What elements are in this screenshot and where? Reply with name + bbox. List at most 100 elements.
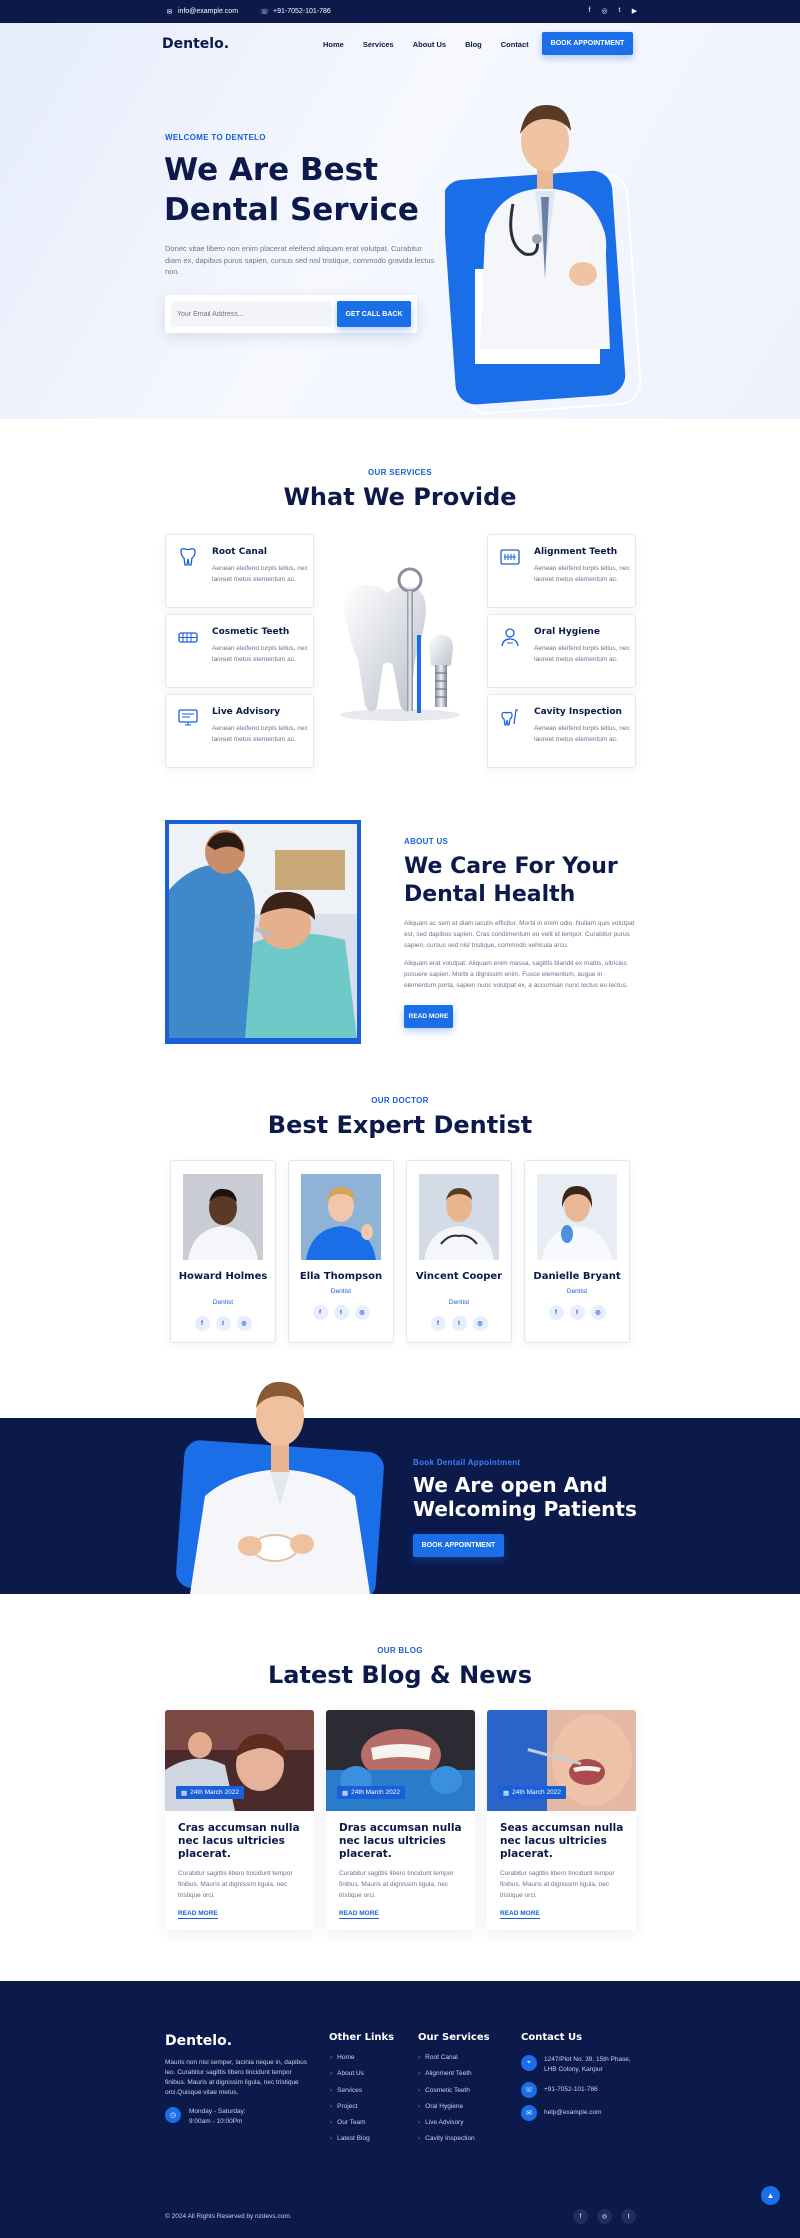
twitter-icon[interactable]: t: [569, 1305, 585, 1320]
root-canal-icon: [180, 548, 196, 566]
scroll-to-top-button[interactable]: ▲: [761, 2186, 780, 2205]
topbar-phone[interactable]: ☏ +91-7052-101-786: [260, 7, 331, 16]
instagram-icon[interactable]: ◎: [472, 1316, 488, 1331]
footer-services-title: Our Services: [418, 2032, 490, 2043]
twitter-icon[interactable]: t: [215, 1316, 231, 1331]
nav-item-about[interactable]: About Us: [413, 40, 446, 49]
facebook-icon[interactable]: f: [548, 1305, 564, 1320]
instagram-icon[interactable]: ◎: [590, 1305, 606, 1320]
footer-link[interactable]: › About Us: [330, 2070, 370, 2086]
footer-link[interactable]: › Our Team: [330, 2119, 370, 2135]
instagram-icon[interactable]: ◎: [236, 1316, 252, 1331]
doctor-photo: [419, 1174, 499, 1260]
doctors-header: OUR DOCTOR Best Expert Dentist: [0, 1096, 800, 1139]
blog-post-card[interactable]: ▦ 24th March 2022 Cras accumsan nulla nec…: [165, 1710, 314, 1930]
appointment-section: Book Dentail Appointment We Are open And…: [0, 1418, 800, 1594]
footer-service-link[interactable]: › Oral Hygiene: [418, 2103, 475, 2119]
post-title[interactable]: Dras accumsan nulla nec lacus ultricies …: [339, 1822, 467, 1861]
footer-service-link[interactable]: › Alignment Teeth: [418, 2070, 475, 2086]
doctor-social: f t ◎: [407, 1316, 511, 1331]
instagram-icon[interactable]: ◎: [597, 2209, 612, 2224]
instagram-icon[interactable]: ◎: [354, 1305, 370, 1320]
footer-description: Mauris non nisi semper, lacinia neque in…: [165, 2059, 308, 2096]
doctors-title: Best Expert Dentist: [267, 1111, 533, 1139]
doctor-name: Ella Thompson: [299, 1271, 383, 1282]
doctor-photo: [183, 1174, 263, 1260]
nav-item-contact[interactable]: Contact: [501, 40, 529, 49]
footer-service-link[interactable]: › Live Advisory: [418, 2119, 475, 2135]
doctor-card[interactable]: Danielle Bryant Dentist f t ◎: [524, 1160, 630, 1343]
phone-icon: ☏: [260, 8, 269, 16]
hero-description: Donec vitae libero non enim placerat ele…: [165, 244, 435, 276]
service-card-root-canal[interactable]: Root Canal Aenean eleifend turpis tellus…: [165, 534, 314, 608]
footer-link[interactable]: › Project: [330, 2103, 370, 2119]
service-card-cosmetic-teeth[interactable]: Cosmetic Teeth Aenean eleifend turpis te…: [165, 614, 314, 688]
copyright: © 2024 All Rights Reserved by nzdevs.com…: [165, 2213, 292, 2220]
footer-link[interactable]: › Services: [330, 2087, 370, 2103]
facebook-icon[interactable]: f: [573, 2209, 588, 2224]
post-date-badge: ▦ 24th March 2022: [498, 1786, 566, 1799]
footer-phone[interactable]: ☏ +91-7052-101-786: [521, 2082, 598, 2098]
doctor-social: f t ◎: [289, 1305, 393, 1320]
service-card-live-advisory[interactable]: Live Advisory Aenean eleifend turpis tel…: [165, 694, 314, 768]
instagram-icon[interactable]: ◎: [600, 6, 609, 15]
get-call-back-button[interactable]: GET CALL BACK: [337, 301, 411, 327]
post-read-more-link[interactable]: READ MORE: [500, 1910, 540, 1919]
doctor-card[interactable]: Vincent Cooper Dentist f t ◎: [406, 1160, 512, 1343]
post-title[interactable]: Cras accumsan nulla nec lacus ultricies …: [178, 1822, 306, 1861]
appointment-doctor-image: [176, 1381, 384, 1594]
blog-header: OUR BLOG Latest Blog & News: [0, 1646, 800, 1689]
nav-item-home[interactable]: Home: [323, 40, 344, 49]
about-title: We Care For Your Dental Health: [404, 854, 618, 907]
doctor-role: Dentist: [566, 1288, 588, 1295]
post-title[interactable]: Seas accumsan nulla nec lacus ultricies …: [500, 1822, 628, 1861]
appointment-book-button[interactable]: BOOK APPOINTMENT: [413, 1534, 504, 1557]
footer-link[interactable]: › Home: [330, 2054, 370, 2070]
service-card-cavity-inspection[interactable]: Cavity Inspection Aenean eleifend turpis…: [487, 694, 636, 768]
footer-logo[interactable]: Dentelo.: [165, 2033, 232, 2049]
twitter-icon[interactable]: t: [621, 2209, 636, 2224]
facebook-icon[interactable]: f: [430, 1316, 446, 1331]
doctor-card[interactable]: Howard Holmes Dentist f t ◎: [170, 1160, 276, 1343]
twitter-icon[interactable]: t: [615, 6, 624, 15]
youtube-icon[interactable]: ▶: [630, 6, 639, 15]
topbar-email[interactable]: ✉ info@example.com: [165, 7, 238, 16]
footer-link[interactable]: › Latest Blog: [330, 2135, 370, 2151]
service-card-alignment-teeth[interactable]: Alignment Teeth Aenean eleifend turpis t…: [487, 534, 636, 608]
appointment-title: We Are open And Welcoming Patients: [413, 1473, 637, 1521]
services-title: What We Provide: [283, 483, 517, 511]
logo[interactable]: Dentelo.: [162, 36, 229, 52]
doctor-card[interactable]: Ella Thompson Dentist f t ◎: [288, 1160, 394, 1343]
blog-post-card[interactable]: ▦ 24th March 2022 Dras accumsan nulla nec…: [326, 1710, 475, 1930]
post-read-more-link[interactable]: READ MORE: [178, 1910, 218, 1919]
facebook-icon[interactable]: f: [585, 6, 594, 15]
footer-other-links: › Home › About Us › Services › Project › Our …: [330, 2054, 370, 2152]
footer-service-link[interactable]: › Cavity Inspection: [418, 2135, 475, 2151]
footer-service-link[interactable]: › Cosmetic Teeth: [418, 2087, 475, 2103]
twitter-icon[interactable]: t: [451, 1316, 467, 1331]
email-input[interactable]: [171, 301, 331, 327]
doctor-photo: [537, 1174, 617, 1260]
phone-icon: ☏: [521, 2082, 537, 2098]
facebook-icon[interactable]: f: [312, 1305, 328, 1320]
service-card-oral-hygiene[interactable]: Oral Hygiene Aenean eleifend turpis tell…: [487, 614, 636, 688]
about-paragraph-1: Aliquam ac sem et diam iaculis efficitur…: [404, 920, 635, 949]
doctor-name: Vincent Cooper: [415, 1271, 503, 1282]
twitter-icon[interactable]: t: [333, 1305, 349, 1320]
post-read-more-link[interactable]: READ MORE: [339, 1910, 379, 1919]
nav-menu: Home Services About Us Blog Contact: [323, 40, 529, 49]
nav-item-blog[interactable]: Blog: [465, 40, 482, 49]
blog-post-card[interactable]: ▦ 24th March 2022 Seas accumsan nulla nec…: [487, 1710, 636, 1930]
hero-section: Dentelo. Home Services About Us Blog Con…: [0, 23, 800, 419]
hero-eyebrow: WELCOME TO DENTELO: [165, 133, 266, 142]
footer-service-link[interactable]: › Root Canal: [418, 2054, 475, 2070]
about-dentist-photo: [165, 820, 361, 1044]
callback-form: GET CALL BACK: [165, 295, 417, 333]
services-header: OUR SERVICES What We Provide: [0, 468, 800, 511]
facebook-icon[interactable]: f: [194, 1316, 210, 1331]
about-read-more-button[interactable]: READ MORE: [404, 1005, 453, 1028]
doctor-name: Danielle Bryant: [533, 1271, 621, 1282]
book-appointment-button[interactable]: BOOK APPOINTMENT: [542, 32, 633, 55]
nav-item-services[interactable]: Services: [363, 40, 394, 49]
footer-email[interactable]: ✉ help@example.com: [521, 2105, 602, 2121]
